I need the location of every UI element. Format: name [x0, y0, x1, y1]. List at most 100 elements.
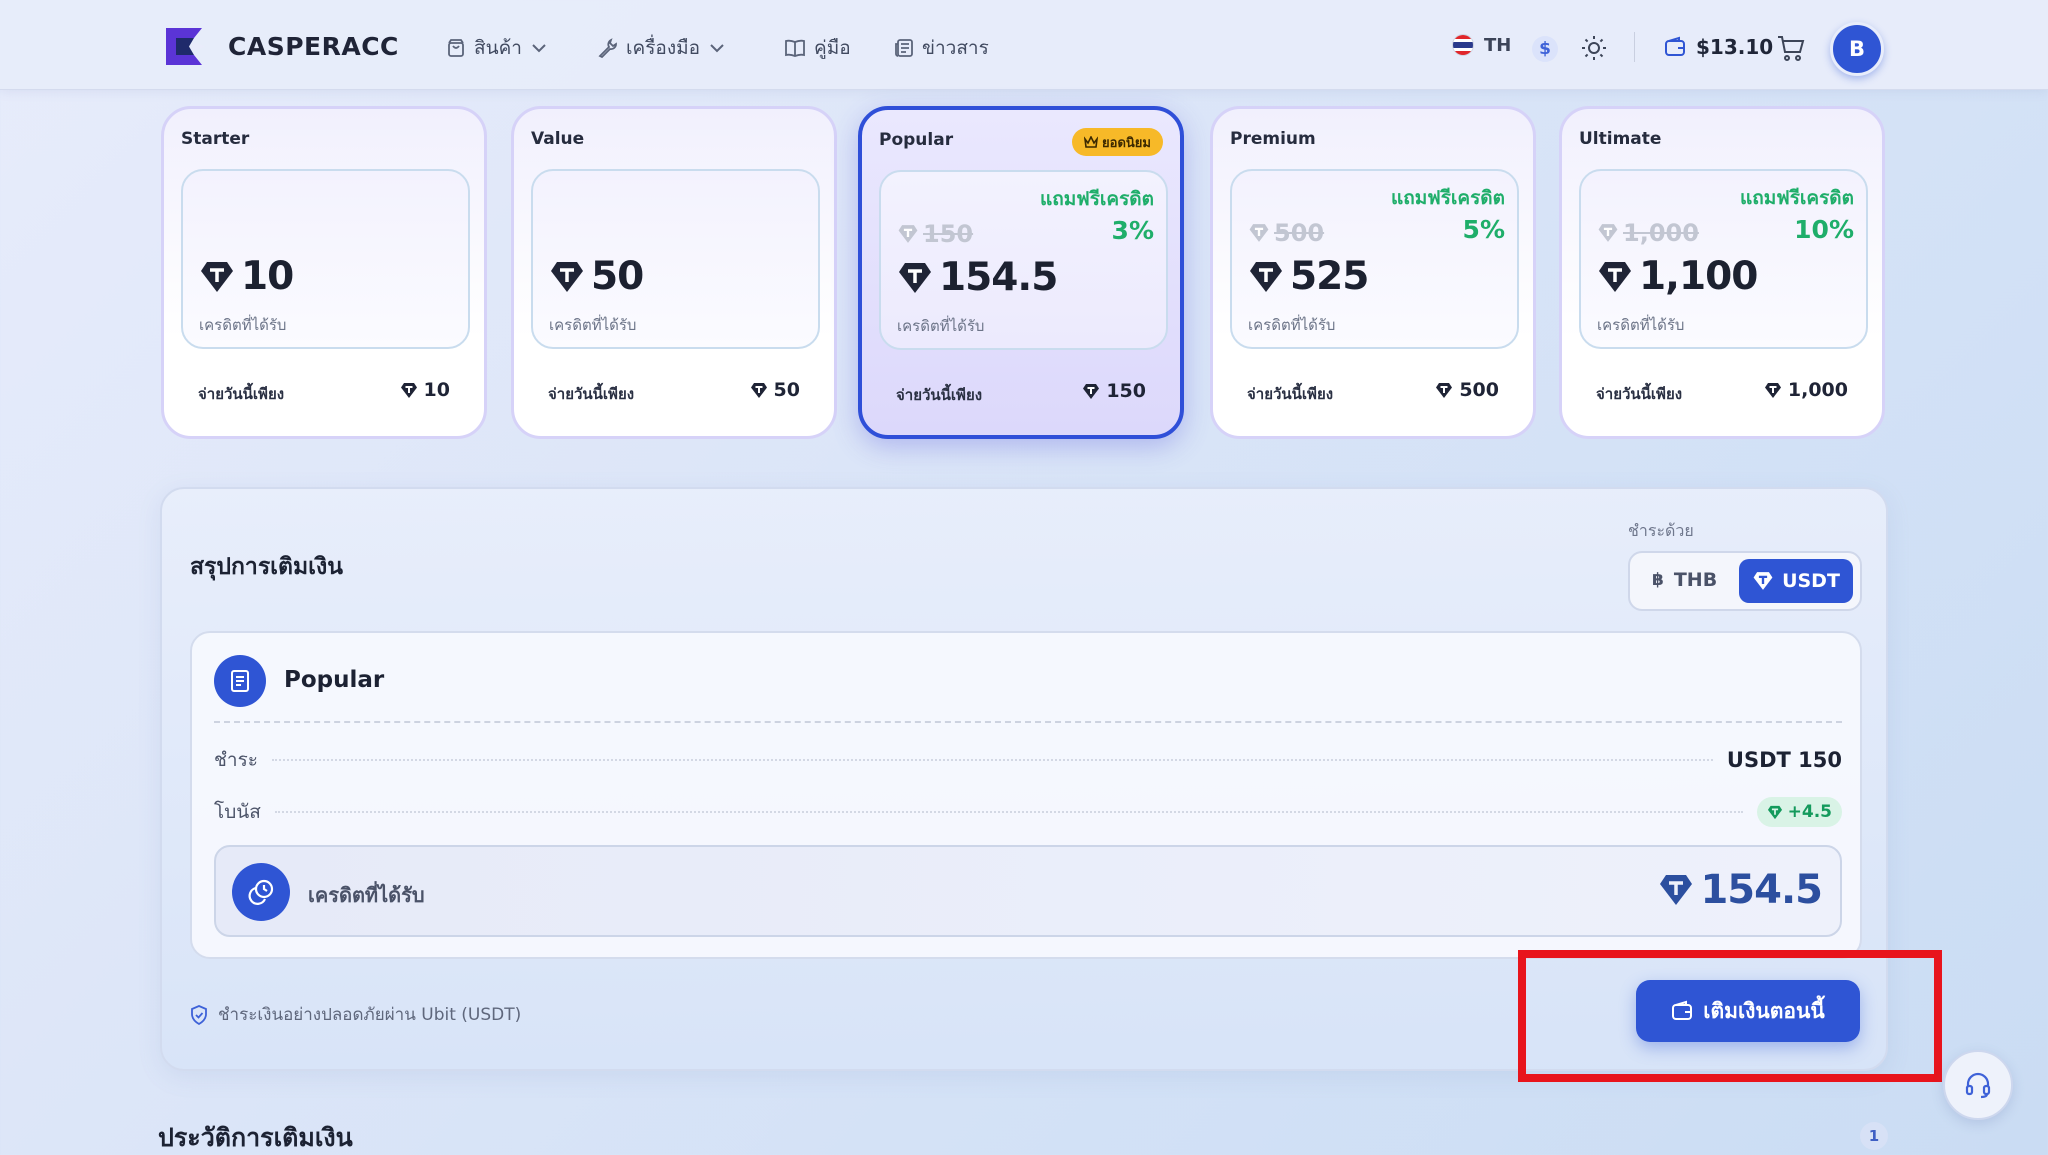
nav-news-label: ข่าวสาร	[922, 37, 989, 59]
package-credit-value: 154.5	[939, 255, 1058, 300]
currency-option-usdt[interactable]: USDT	[1739, 559, 1853, 603]
package-name: Premium	[1230, 129, 1316, 149]
free-credit-percent: 10%	[1794, 215, 1854, 244]
highlight-box	[1518, 950, 1942, 1082]
package-card-value[interactable]: Value 50 เครดิตที่ได้รับ จ่ายวันนี้เพียง…	[511, 106, 837, 439]
package-credit-box: 50 เครดิตที่ได้รับ	[531, 169, 820, 349]
pay-row-label: ชำระ	[214, 749, 258, 771]
diamond-icon	[400, 382, 417, 398]
credit-label: เครดิตที่ได้รับ	[1597, 316, 1685, 334]
package-card-starter[interactable]: Starter 10 เครดิตที่ได้รับ จ่ายวันนี้เพี…	[161, 106, 487, 439]
theme-toggle-sun-icon[interactable]	[1580, 34, 1608, 62]
diamond-icon	[1250, 261, 1282, 292]
brand-logo[interactable]: CASPERACC	[162, 24, 399, 69]
received-credit-value: 154.5	[1700, 867, 1823, 913]
top-navbar: CASPERACC สินค้า เครื่องมือ คู่มือ ข่าวส…	[0, 0, 2048, 90]
package-pay-value: 150	[1106, 380, 1146, 402]
old-price: 150	[897, 220, 973, 248]
diamond-icon	[1660, 875, 1693, 905]
headset-icon	[1965, 1072, 1991, 1099]
wallet-balance[interactable]: $13.10	[1664, 35, 1773, 59]
balance-value: $13.10	[1696, 35, 1774, 59]
package-pay-value: 10	[423, 379, 450, 401]
coins-icon	[232, 863, 290, 921]
pay-row: ชำระ USDT 150	[214, 745, 1842, 775]
pay-row-value: USDT 150	[1726, 748, 1842, 772]
package-credit-box: แถมฟรีเครดิต 5% 500 525 เครดิตที่ได้รับ	[1230, 169, 1519, 349]
diamond-icon	[750, 382, 767, 398]
package-pay: 10	[400, 379, 450, 401]
nav-guide-label: คู่มือ	[814, 37, 851, 59]
diamond-icon	[1598, 224, 1618, 242]
bonus-value: +4.5	[1787, 802, 1832, 822]
newspaper-icon	[895, 39, 913, 57]
currency-toggle: ฿ THB USDT	[1628, 551, 1862, 611]
diamond-icon	[1764, 382, 1781, 398]
package-card-ultimate[interactable]: Ultimate แถมฟรีเครดิต 10% 1,000 1,100 เค…	[1559, 106, 1885, 439]
crown-icon	[1084, 136, 1099, 148]
package-card-popular[interactable]: Popular ยอดนิยม แถมฟรีเครดิต 3% 150 154.…	[858, 106, 1184, 439]
package-pay-value: 50	[773, 379, 800, 401]
credit-label: เครดิตที่ได้รับ	[199, 316, 287, 334]
credit-label: เครดิตที่ได้รับ	[897, 317, 985, 335]
nav-products-label: สินค้า	[474, 37, 522, 59]
free-credit-label: แถมฟรีเครดิต	[1390, 187, 1505, 209]
diamond-icon	[899, 262, 931, 293]
user-avatar[interactable]: B	[1830, 22, 1884, 76]
diamond-icon	[1599, 261, 1631, 292]
row-leader	[271, 759, 1713, 761]
thai-flag-icon	[1452, 34, 1474, 56]
bonus-row: โบนัส +4.5	[214, 797, 1842, 827]
pay-label: จ่ายวันนี้เพียง	[896, 386, 983, 404]
pay-with-label: ชำระด้วย	[1628, 521, 1694, 540]
package-name: Starter	[181, 129, 250, 149]
chevron-down-icon	[532, 44, 546, 53]
badge-label: ยอดนิยม	[1102, 135, 1151, 151]
free-credit-label: แถมฟรีเครดิต	[1739, 187, 1854, 209]
topup-history-title: ประวัติการเติมเงิน	[158, 1123, 353, 1152]
receipt-icon	[214, 655, 266, 707]
package-credit-value: 10	[241, 254, 294, 299]
old-price-value: 150	[923, 220, 974, 248]
package-credit: 154.5	[897, 255, 1058, 300]
currency-option-thb[interactable]: ฿ THB	[1652, 569, 1717, 591]
currency-switch[interactable]: $	[1532, 36, 1558, 62]
shopping-bag-icon	[448, 39, 464, 57]
baht-icon: ฿	[1652, 570, 1664, 590]
support-chat-button[interactable]	[1943, 1050, 2013, 1120]
package-card-premium[interactable]: Premium แถมฟรีเครดิต 5% 500 525 เครดิตที…	[1210, 106, 1536, 439]
diamond-icon	[1753, 572, 1773, 590]
logo-icon	[166, 28, 206, 65]
package-credit-value: 1,100	[1639, 254, 1758, 299]
diamond-icon	[1767, 805, 1782, 819]
old-price-value: 500	[1274, 219, 1325, 247]
package-credit-value: 50	[591, 254, 644, 299]
bonus-badge: +4.5	[1756, 797, 1842, 827]
pay-label: จ่ายวันนี้เพียง	[1247, 385, 1334, 403]
received-credit-label: เครดิตที่ได้รับ	[308, 883, 425, 907]
nav-tools-label: เครื่องมือ	[626, 37, 701, 59]
nav-news[interactable]: ข่าวสาร	[894, 33, 989, 63]
cart-icon[interactable]	[1776, 33, 1806, 63]
package-credit: 525	[1248, 254, 1369, 299]
package-name: Popular	[879, 130, 954, 150]
pay-label: จ่ายวันนี้เพียง	[548, 385, 635, 403]
nav-products[interactable]: สินค้า	[446, 33, 548, 63]
popular-badge: ยอดนิยม	[1072, 128, 1163, 156]
package-credit-box: 10 เครดิตที่ได้รับ	[181, 169, 470, 349]
package-pay: 150	[1082, 380, 1146, 402]
language-selector[interactable]: TH	[1452, 20, 1511, 70]
brand-name: CASPERACC	[228, 32, 399, 61]
nav-tools[interactable]: เครื่องมือ	[598, 33, 726, 63]
secure-note-text: ชำระเงินอย่างปลอดภัยผ่าน Ubit (USDT)	[218, 1005, 522, 1025]
pay-label: จ่ายวันนี้เพียง	[1596, 385, 1683, 403]
package-pay: 1,000	[1764, 379, 1848, 401]
nav-guide[interactable]: คู่มือ	[784, 33, 851, 63]
wrench-icon	[598, 38, 617, 58]
diamond-icon	[1436, 382, 1453, 398]
package-pay: 500	[1435, 379, 1499, 401]
currency-usdt-label: USDT	[1782, 570, 1840, 592]
package-credit: 10	[199, 254, 294, 299]
package-credit: 1,100	[1597, 254, 1758, 299]
history-count-badge: 1	[1860, 1122, 1888, 1150]
